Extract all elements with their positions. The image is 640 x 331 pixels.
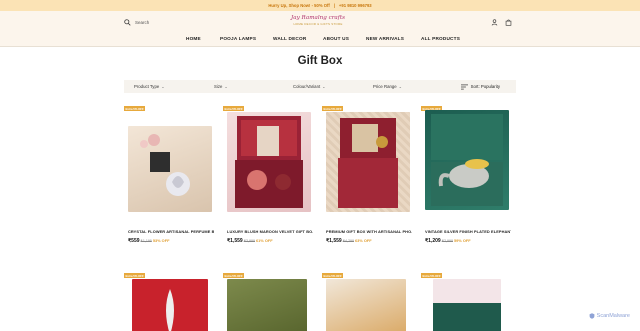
chevron-down-icon: ⌄ <box>224 84 228 89</box>
discount-badge: Extra 5% OFF <box>223 106 245 111</box>
product-image[interactable] <box>425 110 509 210</box>
nav-about-us[interactable]: ABOUT US <box>323 36 349 41</box>
product-price: ₹1,209₹2,99959% OFF <box>425 238 471 244</box>
discount-badge: Extra 5% OFF <box>322 106 344 111</box>
watermark: ScanMalware <box>589 313 630 319</box>
promo-text: Hurry Up, Shop Now! - 50% Off <box>268 3 330 8</box>
sort-label: Sort: Popularity <box>470 84 500 89</box>
search-icon <box>124 19 131 26</box>
page-title: Gift Box <box>297 55 343 67</box>
product-image[interactable] <box>128 126 212 212</box>
velvet-gift-box-illustration <box>235 116 303 208</box>
perfume-box-illustration <box>140 134 190 196</box>
nav-home[interactable]: HOME <box>186 36 201 41</box>
discount-percent: 59% OFF <box>453 238 471 243</box>
logo-tagline: HOME DECOR & GIFTS STORE <box>293 22 343 26</box>
discount-percent: 61% OFF <box>255 238 273 243</box>
promo-bar: Hurry Up, Shop Now! - 50% Off | +91 9810 9… <box>0 0 640 11</box>
search-box[interactable]: Search <box>124 19 149 26</box>
cart-icon[interactable] <box>505 19 512 26</box>
mrp-price: ₹2,999 <box>441 239 453 243</box>
shield-icon <box>589 313 595 319</box>
product-price: ₹559₹1,19953% OFF <box>128 238 169 244</box>
sale-price: ₹1,209 <box>425 238 441 244</box>
product-price: ₹1,559₹4,29963% OFF <box>326 238 372 244</box>
discount-badge: Extra 5% OFF <box>124 106 146 111</box>
sale-price: ₹559 <box>128 238 140 244</box>
filter-price-range[interactable]: Price Range ⌄ <box>373 80 402 93</box>
sort-icon <box>460 84 468 89</box>
site-header: Search Jay Ramalng crafts HOME DECOR & G… <box>0 11 640 47</box>
red-box-illustration <box>166 289 174 331</box>
logo-brand: Jay Ramalng crafts <box>291 15 345 21</box>
watermark-text: ScanMalware <box>596 313 630 319</box>
product-image[interactable] <box>227 112 311 212</box>
nav-wall-decor[interactable]: WALL DECOR <box>273 36 306 41</box>
mrp-price: ₹4,299 <box>342 239 354 243</box>
discount-badge: Extra 5% OFF <box>124 273 146 278</box>
filter-label: Colour/Variant <box>293 84 321 89</box>
discount-badge: Extra 5% OFF <box>223 273 245 278</box>
promo-phone[interactable]: +91 9810 996793 <box>339 3 372 8</box>
discount-percent: 63% OFF <box>354 238 372 243</box>
chevron-down-icon: ⌄ <box>398 84 403 89</box>
product-image[interactable] <box>132 279 208 331</box>
nav-pooja-lamps[interactable]: POOJA LAMPS <box>220 36 256 41</box>
mrp-price: ₹3,999 <box>243 239 255 243</box>
product-name[interactable]: VINTAGE SILVER FINISH PLATED ELEPHANT ..… <box>425 229 511 234</box>
product-image[interactable] <box>326 279 406 331</box>
user-icon[interactable] <box>491 19 498 26</box>
filter-colour-variant[interactable]: Colour/Variant ⌄ <box>293 80 326 93</box>
product-image[interactable] <box>433 279 501 331</box>
nav-all-products[interactable]: ALL PRODUCTS <box>421 36 460 41</box>
search-placeholder: Search <box>135 20 150 25</box>
discount-badge: Extra 5% OFF <box>322 273 344 278</box>
sort-dropdown[interactable]: Sort: Popularity <box>460 80 500 93</box>
premium-gift-box-illustration <box>338 118 398 208</box>
filter-bar: Product Type ⌄ Size ⌄ Colour/Variant ⌄ Pric… <box>124 80 516 93</box>
filter-product-type[interactable]: Product Type ⌄ <box>134 80 165 93</box>
product-name[interactable]: CRYSTAL FLOWER ARTISANAL PERFUME B... <box>128 229 214 234</box>
sale-price: ₹1,559 <box>326 238 342 244</box>
sale-price: ₹1,559 <box>227 238 243 244</box>
mrp-price: ₹1,199 <box>140 239 152 243</box>
chevron-down-icon: ⌄ <box>161 84 165 89</box>
product-name[interactable]: LUXURY BLUSH MAROON VELVET GIFT BO... <box>227 229 313 234</box>
filter-label: Price Range <box>373 84 397 89</box>
discount-badge: Extra 5% OFF <box>421 273 443 278</box>
discount-percent: 53% OFF <box>152 238 170 243</box>
chevron-down-icon: ⌄ <box>322 84 326 89</box>
filter-size[interactable]: Size ⌄ <box>214 80 228 93</box>
filter-label: Size <box>214 84 223 89</box>
product-price: ₹1,559₹3,99961% OFF <box>227 238 273 244</box>
product-image[interactable] <box>326 112 410 212</box>
product-name[interactable]: PREMIUM GIFT BOX WITH ARTISANAL PHO... <box>326 229 412 234</box>
filter-label: Product Type <box>134 84 160 89</box>
site-logo[interactable]: Jay Ramalng crafts HOME DECOR & GIFTS ST… <box>290 14 346 30</box>
product-image[interactable] <box>227 279 307 331</box>
nav-new-arrivals[interactable]: NEW ARRIVALS <box>366 36 404 41</box>
silver-elephant-illustration <box>431 114 503 206</box>
